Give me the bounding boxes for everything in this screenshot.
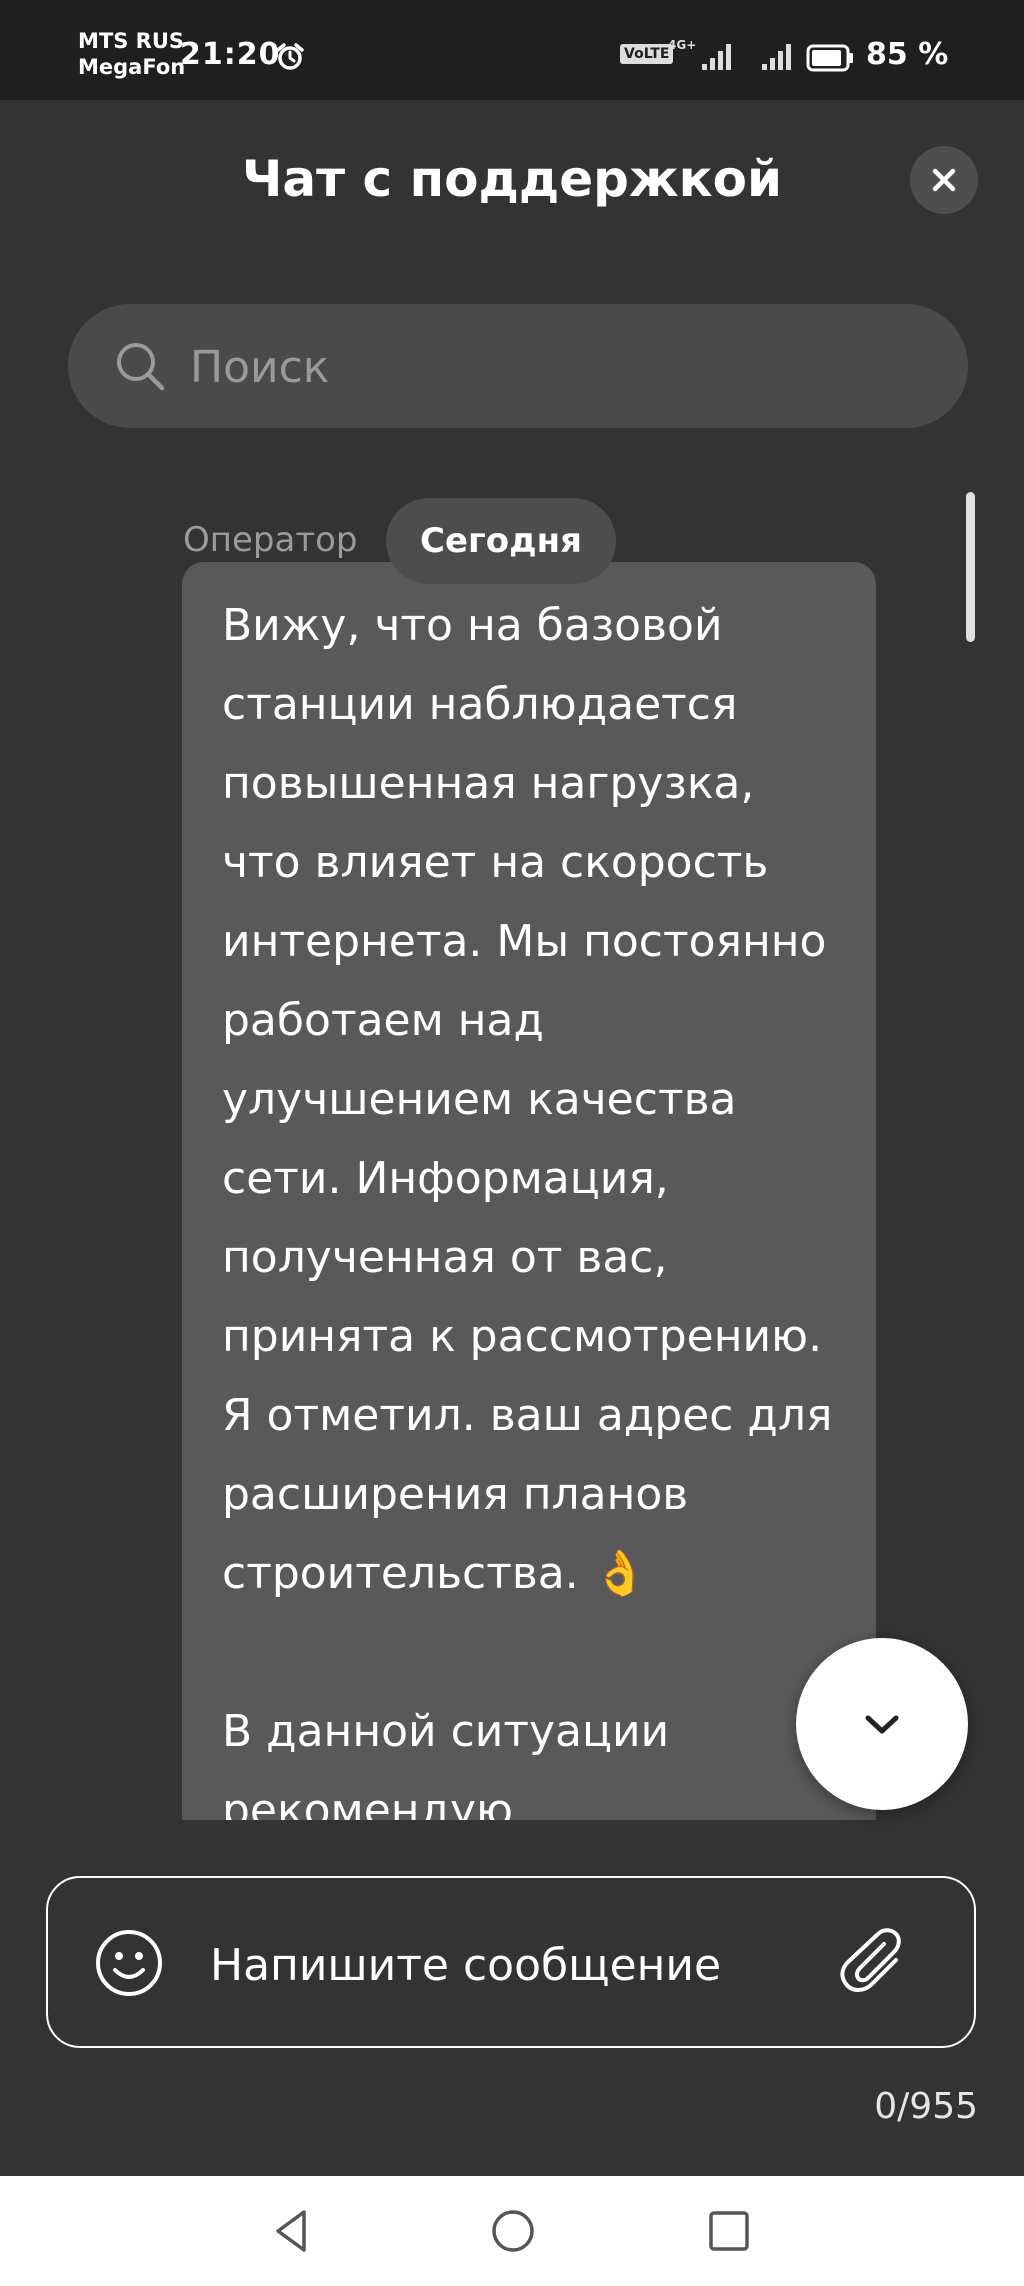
- char-counter: 0/955: [874, 2086, 978, 2127]
- message-bubble: Вижу, что на базовой станции наблюдается…: [182, 562, 876, 1820]
- paperclip-icon[interactable]: [838, 1926, 914, 2002]
- scrollbar-thumb[interactable]: [966, 492, 975, 642]
- search-icon: [117, 343, 165, 391]
- page-title: Чат с поддержкой: [241, 150, 782, 208]
- carrier-primary: MTS RUS: [78, 29, 185, 53]
- search-input[interactable]: [188, 324, 892, 410]
- search-box[interactable]: [68, 304, 968, 428]
- message-composer: [46, 1876, 976, 2048]
- scroll-down-button[interactable]: [796, 1638, 968, 1810]
- status-time: 21:20: [180, 37, 281, 72]
- carrier-info: MTS RUS MegaFon: [78, 28, 185, 80]
- system-nav-bar: [0, 2176, 1024, 2286]
- triangle-back-icon[interactable]: [266, 2204, 320, 2258]
- chevron-down-icon: [865, 1715, 899, 1734]
- volte-badge: VoLTE: [620, 44, 674, 64]
- battery-level: 85 %: [866, 37, 949, 72]
- message-sender: Оператор: [183, 520, 358, 560]
- signal-icon: [762, 44, 791, 70]
- message-input[interactable]: [208, 1922, 772, 2008]
- chat-messages[interactable]: Оператор Сегодня Вижу, что на базовой ст…: [0, 470, 1024, 1820]
- signal-icon: [702, 44, 731, 70]
- close-icon: [932, 168, 956, 192]
- date-separator: Сегодня: [386, 498, 616, 584]
- carrier-secondary: MegaFon: [78, 55, 186, 79]
- status-bar: MTS RUS MegaFon 21:20 VoLTE 4G+ 85 %: [0, 0, 1024, 100]
- message-text: Вижу, что на базовой станции наблюдается…: [222, 600, 833, 1820]
- circle-home-icon[interactable]: [486, 2204, 540, 2258]
- close-button[interactable]: [910, 146, 978, 214]
- smiley-icon[interactable]: [94, 1928, 164, 1998]
- network-type: 4G+: [668, 38, 697, 52]
- alarm-icon: [276, 43, 304, 70]
- square-recent-icon[interactable]: [702, 2204, 756, 2258]
- battery-icon: [806, 44, 853, 72]
